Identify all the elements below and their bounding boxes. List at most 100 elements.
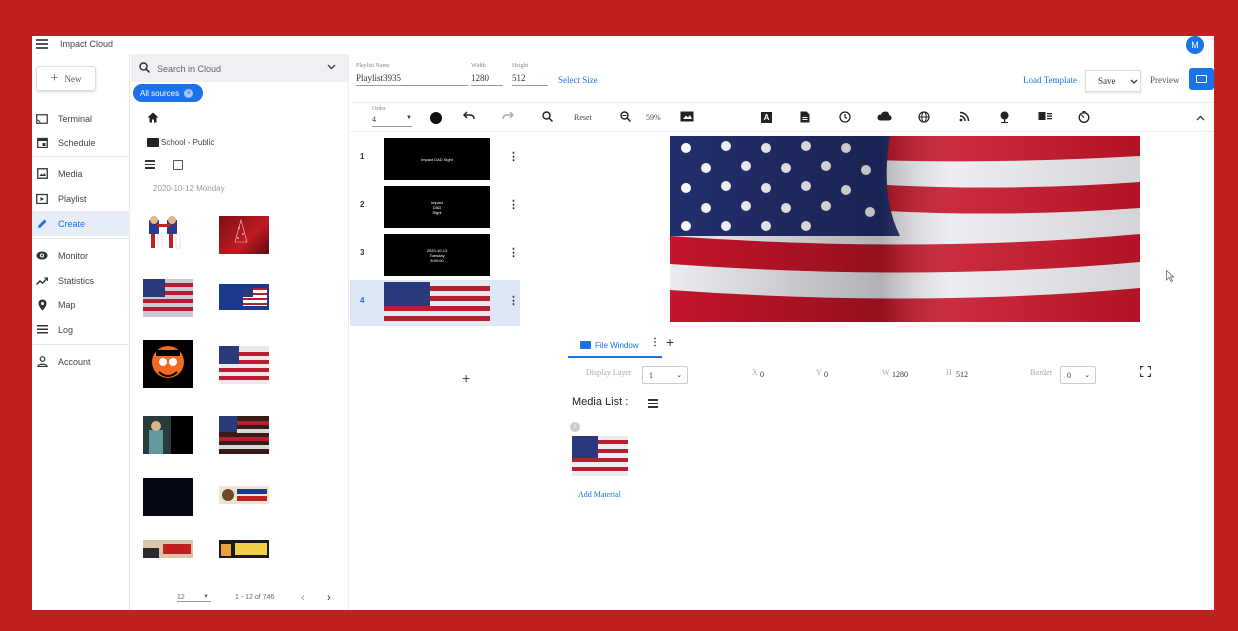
sidebar-item-map[interactable]: Map	[32, 292, 130, 317]
preview-canvas[interactable]	[670, 136, 1140, 322]
document-icon[interactable]	[800, 111, 810, 126]
new-button[interactable]: + New	[36, 66, 96, 91]
slide-item-selected[interactable]: 4 ⋮	[350, 280, 520, 326]
save-label: Save	[1098, 76, 1116, 86]
page-size-select[interactable]: 12 ▼	[177, 594, 211, 602]
search-input[interactable]: Search in Cloud	[131, 54, 349, 82]
chevron-right-icon[interactable]: ›	[327, 592, 331, 604]
w-input[interactable]: 1280	[892, 370, 908, 379]
sidebar-item-log[interactable]: Log	[32, 317, 130, 342]
list-icon	[36, 324, 48, 336]
slide-item[interactable]: 1 Impact DAD Sight ⋮	[350, 136, 520, 182]
select-all-checkbox[interactable]	[173, 160, 183, 171]
more-vert-icon[interactable]: ⋮	[508, 198, 519, 211]
zoom-out-icon[interactable]	[542, 111, 554, 125]
filter-chip-all-sources[interactable]: All sources ×	[133, 84, 203, 102]
load-template-link[interactable]: Load Template	[1023, 75, 1077, 85]
flag-image	[670, 136, 1140, 322]
sidebar-item-monitor[interactable]: Monitor	[32, 243, 130, 268]
add-material-link[interactable]: Add Material	[578, 490, 621, 499]
add-slide-button[interactable]: +	[462, 370, 470, 386]
sidebar-item-playlist[interactable]: Playlist	[32, 186, 130, 211]
y-label: Y	[816, 368, 822, 377]
playlist-icon	[36, 193, 48, 205]
tab-file-window[interactable]: File Window	[568, 334, 662, 358]
chevron-up-icon[interactable]	[1196, 113, 1205, 123]
display-cast-button[interactable]	[1189, 68, 1214, 90]
timer-icon[interactable]	[1078, 111, 1090, 126]
more-vert-icon[interactable]: ⋮	[508, 246, 519, 259]
width-input[interactable]: 1280	[471, 73, 503, 86]
y-input[interactable]: 0	[824, 370, 828, 379]
info-icon[interactable]: i	[570, 422, 580, 432]
more-vert-icon[interactable]: ⋮	[508, 150, 519, 163]
sidebar-item-create[interactable]: Create	[32, 211, 130, 236]
playlist-name-input[interactable]: Playlist3935	[356, 73, 468, 86]
ticker-icon[interactable]	[1038, 111, 1052, 124]
slide-item[interactable]: 3 2020-10-13 Tuesday 8:00:00 ⋮	[350, 232, 520, 278]
rss-icon[interactable]	[959, 111, 970, 125]
fullscreen-icon[interactable]	[1139, 365, 1152, 380]
color-picker-icon[interactable]	[430, 112, 442, 124]
chip-close-icon[interactable]: ×	[184, 88, 194, 98]
h-input[interactable]: 512	[956, 370, 968, 379]
cloud-icon[interactable]	[877, 111, 892, 124]
folder-icon	[147, 138, 159, 147]
preview-button[interactable]: Preview	[1150, 75, 1180, 85]
border-select[interactable]: 0 ⌄	[1060, 366, 1096, 384]
list-view-icon[interactable]	[648, 399, 658, 410]
zoom-in-icon[interactable]	[620, 111, 632, 125]
media-thumbnail[interactable]	[143, 540, 193, 558]
hamburger-menu-icon[interactable]	[36, 39, 48, 49]
chevron-left-icon[interactable]: ‹	[301, 592, 305, 604]
clock-icon[interactable]	[839, 111, 851, 126]
width-label: Width	[471, 63, 486, 69]
save-button[interactable]: Save	[1085, 70, 1141, 92]
media-thumbnail[interactable]	[219, 284, 269, 310]
x-input[interactable]: 0	[760, 370, 764, 379]
media-thumbnail[interactable]	[143, 279, 193, 317]
sidebar-item-media[interactable]: Media	[32, 161, 130, 186]
sidebar-item-account[interactable]: Account	[32, 349, 130, 374]
media-thumbnail[interactable]	[143, 340, 193, 388]
undo-icon[interactable]	[462, 111, 475, 123]
more-vert-icon[interactable]: ⋮	[650, 337, 660, 348]
sidebar-item-statistics[interactable]: Statistics	[32, 268, 130, 293]
display-layer-select[interactable]: 1 ⌄	[642, 366, 688, 384]
user-avatar[interactable]: M	[1186, 36, 1204, 54]
more-vert-icon[interactable]: ⋮	[508, 294, 519, 307]
chevron-down-icon[interactable]	[327, 62, 336, 72]
media-thumbnail[interactable]	[143, 416, 193, 454]
x-label: X	[752, 368, 758, 377]
select-size-link[interactable]: Select Size	[558, 75, 598, 85]
list-view-icon[interactable]	[145, 160, 155, 171]
image-window-icon[interactable]	[680, 111, 694, 125]
sidebar-item-label: Log	[58, 324, 74, 335]
media-thumbnail[interactable]	[219, 346, 269, 384]
weather-pin-icon[interactable]	[999, 111, 1010, 126]
home-icon[interactable]	[147, 112, 159, 126]
folder-item[interactable]: School - Public	[147, 138, 214, 147]
sidebar-item-label: Monitor	[58, 250, 89, 261]
pencil-icon	[36, 218, 48, 230]
plus-icon: +	[50, 70, 59, 86]
order-select[interactable]: 4 ▼	[372, 115, 412, 127]
order-value: 4	[372, 115, 376, 124]
slide-item[interactable]: 2 Impact DAD Sight ⋮	[350, 184, 520, 230]
media-thumbnail[interactable]	[219, 540, 269, 558]
sidebar-item-label: Statistics	[58, 275, 95, 286]
media-thumbnail[interactable]	[143, 214, 193, 252]
reset-button[interactable]: Reset	[574, 113, 592, 122]
add-tab-button[interactable]: +	[666, 334, 674, 350]
sidebar-item-terminal[interactable]: Terminal	[32, 106, 130, 131]
height-input[interactable]: 512	[512, 73, 548, 86]
globe-icon[interactable]	[918, 111, 930, 126]
media-thumbnail[interactable]	[219, 416, 269, 454]
redo-icon[interactable]	[502, 111, 515, 123]
sidebar-item-schedule[interactable]: Schedule	[32, 130, 130, 155]
text-icon[interactable]: A	[761, 112, 772, 123]
media-thumbnail[interactable]	[219, 216, 269, 254]
media-thumbnail[interactable]	[143, 478, 193, 516]
media-list-item[interactable]	[572, 436, 628, 476]
media-thumbnail[interactable]	[219, 486, 269, 504]
